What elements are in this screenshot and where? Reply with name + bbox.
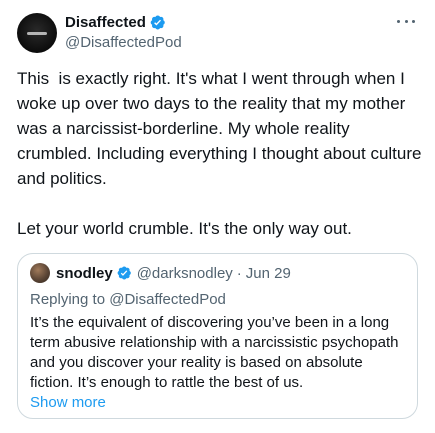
replying-to: Replying to @DisaffectedPod [30, 291, 226, 308]
tweet-header: Disaffected @DisaffectedPod [17, 12, 419, 54]
quoted-tweet-text: It’s the equivalent of discovering you’v… [30, 314, 399, 391]
more-options-icon[interactable] [397, 14, 415, 28]
dot [412, 19, 415, 23]
dot [397, 19, 400, 23]
author-avatar[interactable] [17, 13, 57, 53]
dot-separator: · [236, 264, 242, 282]
author-name-row: Disaffected [65, 13, 166, 31]
quoted-tweet-card[interactable]: snodley @darksnodley · Jun 29 Replying t… [17, 253, 418, 419]
author-handle[interactable]: @DisaffectedPod [65, 34, 182, 51]
quoted-tweet-date[interactable]: Jun 29 [246, 265, 291, 282]
quoted-author-handle[interactable]: @darksnodley [137, 265, 233, 282]
verified-badge-icon [117, 266, 131, 280]
show-more-link[interactable]: Show more [30, 394, 106, 411]
quoted-author-avatar[interactable] [30, 263, 50, 283]
avatar-logo-mark [27, 31, 47, 35]
verified-badge-icon [150, 15, 165, 29]
quoted-author-name[interactable]: snodley [56, 265, 113, 282]
quoted-tweet-header: snodley @darksnodley · Jun 29 [30, 263, 405, 283]
dot [404, 19, 408, 23]
tweet-text: This is exactly right. It's what I went … [17, 69, 422, 238]
author-display-name[interactable]: Disaffected [65, 14, 146, 31]
